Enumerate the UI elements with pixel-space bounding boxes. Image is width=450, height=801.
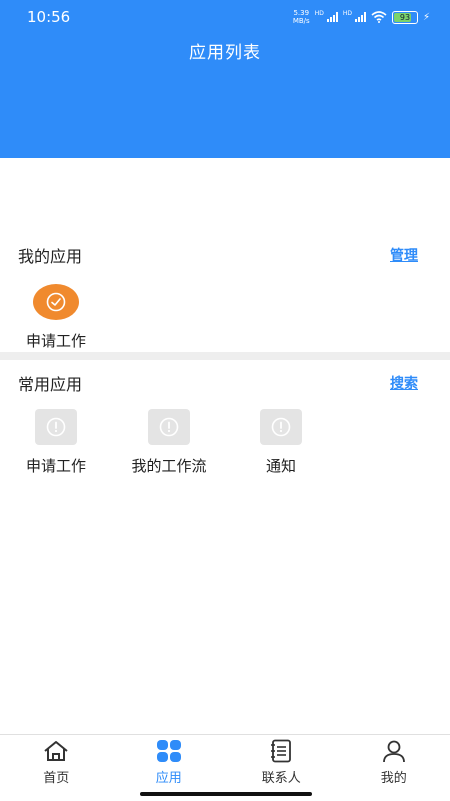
manage-button[interactable]: 管理 [390, 245, 418, 265]
battery-level: 93 [399, 12, 411, 22]
tab-label: 应用 [155, 771, 182, 786]
network-speed-unit: MB/s [292, 17, 310, 25]
status-icons: 5.39 MB/s HD HD 93 ⚡ [293, 9, 430, 25]
tab-label: 我的 [380, 771, 407, 786]
tab-label: 联系人 [261, 771, 301, 786]
common-apps-header: 常用应用 搜索 [18, 371, 418, 395]
tab-home[interactable]: 首页 [6, 735, 106, 801]
check-circle-icon [33, 284, 79, 320]
user-icon [344, 739, 444, 763]
common-app-my-workflow[interactable]: 我的工作流 [123, 409, 215, 476]
app-label: 申请工作 [25, 457, 86, 475]
wifi-icon [371, 11, 387, 23]
app-label: 我的工作流 [131, 457, 207, 475]
my-apps-title: 我的应用 [18, 247, 83, 266]
status-time: 10:56 [27, 8, 71, 26]
hd-label-1: HD [314, 9, 324, 17]
tab-mine[interactable]: 我的 [344, 735, 444, 801]
header: 10:56 5.39 MB/s HD HD 93 ⚡ 应用列表 [0, 0, 450, 158]
signal-icon [326, 12, 338, 22]
app-label: 通知 [265, 457, 296, 475]
info-icon [148, 409, 190, 445]
common-app-notification[interactable]: 通知 [235, 409, 327, 476]
bottom-tab-bar: 首页 应用 联系人 我的 [0, 734, 450, 801]
home-icon [6, 739, 106, 763]
page-title: 应用列表 [189, 43, 261, 63]
charging-icon: ⚡ [422, 11, 430, 23]
my-app-apply-work[interactable]: 申请工作 [10, 284, 102, 351]
battery-icon: 93 [391, 10, 418, 24]
tab-label: 首页 [43, 771, 70, 786]
info-icon [260, 409, 302, 445]
my-apps-header: 我的应用 管理 [18, 243, 418, 267]
apps-grid-icon [119, 739, 219, 763]
section-divider [0, 352, 450, 360]
hd-label-2: HD [342, 9, 352, 17]
search-button[interactable]: 搜索 [390, 373, 418, 393]
status-bar: 10:56 5.39 MB/s HD HD 93 ⚡ [0, 0, 450, 32]
network-speed-value: 5.39 [293, 9, 310, 17]
info-icon [35, 409, 77, 445]
app-label: 申请工作 [25, 332, 86, 350]
network-speed: 5.39 MB/s [293, 9, 310, 25]
home-indicator [140, 792, 312, 796]
common-apps-title: 常用应用 [18, 375, 83, 394]
signal-icon-2 [354, 12, 366, 22]
common-app-apply-work[interactable]: 申请工作 [10, 409, 102, 476]
contacts-book-icon [231, 739, 331, 763]
